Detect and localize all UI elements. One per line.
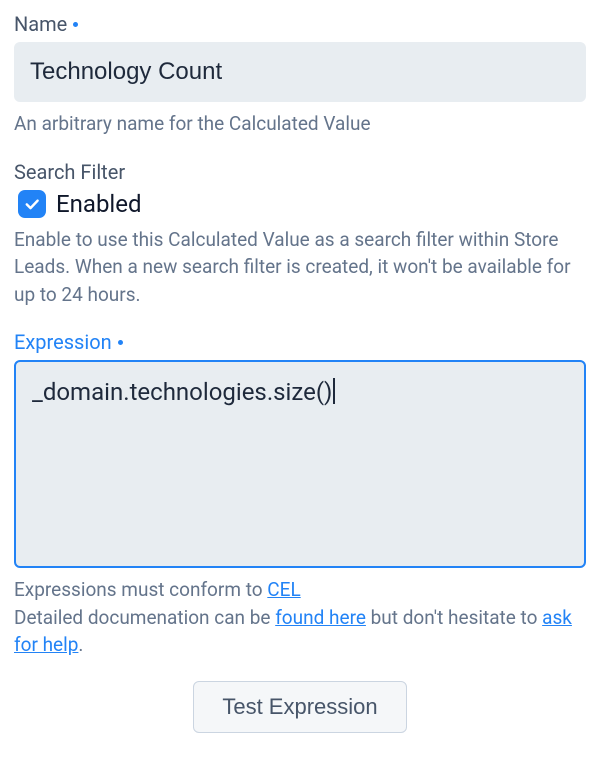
name-field-group: Name An arbitrary name for the Calculate…	[14, 12, 586, 138]
search-filter-label: Search Filter	[14, 160, 125, 184]
text-caret-icon	[333, 378, 335, 404]
search-filter-help-text: Enable to use this Calculated Value as a…	[14, 226, 586, 309]
cel-link[interactable]: CEL	[267, 578, 300, 601]
name-help-text: An arbitrary name for the Calculated Val…	[14, 110, 586, 138]
expr-help-line2-suffix: .	[78, 633, 83, 656]
enabled-label: Enabled	[56, 190, 142, 218]
expr-help-line2-prefix: Detailed documenation can be	[14, 606, 275, 629]
expr-help-line2-middle: but don't hesitate to	[366, 606, 542, 629]
name-input[interactable]	[14, 42, 586, 102]
expression-field-group: Expression _domain.technologies.size() E…	[14, 330, 586, 659]
search-filter-label-row: Search Filter	[14, 160, 586, 184]
expression-label: Expression	[14, 330, 112, 354]
required-dot-icon	[118, 340, 123, 345]
expression-label-row: Expression	[14, 330, 586, 354]
check-icon	[23, 195, 41, 213]
found-here-link[interactable]: found here	[275, 606, 366, 629]
name-label-row: Name	[14, 12, 586, 36]
button-row: Test Expression	[14, 681, 586, 733]
expression-value: _domain.technologies.size()	[32, 378, 332, 406]
name-label: Name	[14, 12, 67, 36]
expression-textarea[interactable]: _domain.technologies.size()	[14, 360, 586, 568]
required-dot-icon	[73, 22, 78, 27]
enabled-checkbox-row[interactable]: Enabled	[18, 190, 586, 218]
expression-help-text: Expressions must conform to CEL Detailed…	[14, 576, 586, 659]
enabled-checkbox[interactable]	[18, 190, 46, 218]
search-filter-group: Search Filter Enabled Enable to use this…	[14, 160, 586, 309]
test-expression-button[interactable]: Test Expression	[193, 681, 406, 733]
expr-help-line1-prefix: Expressions must conform to	[14, 578, 267, 601]
